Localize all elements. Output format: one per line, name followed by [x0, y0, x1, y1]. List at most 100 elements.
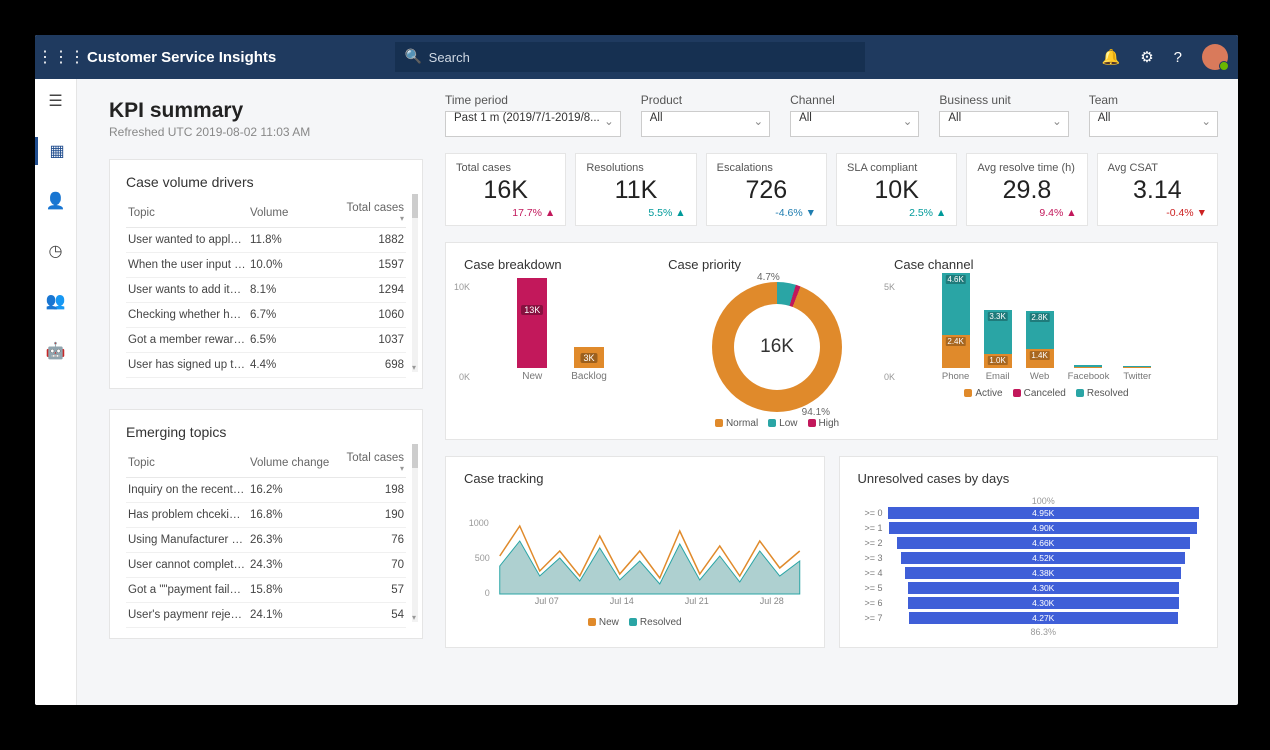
table-row[interactable]: Has problem chceking exp...16.8%190: [126, 503, 406, 528]
kpi-value: 726: [717, 176, 816, 205]
donut: 16K 4.7% 94.1%: [712, 282, 842, 412]
legend: New Resolved: [464, 617, 806, 628]
kpi-label: Avg resolve time (h): [977, 162, 1076, 174]
main: KPI summary Refreshed UTC 2019-08-02 11:…: [77, 79, 1238, 705]
case-breakdown-chart: Case breakdown 10K 0K 13KNew3KBacklog: [464, 257, 660, 429]
top-icons: 🔔 ⚙ ?: [1102, 44, 1228, 70]
filter-label: Time period: [445, 93, 621, 107]
table-row[interactable]: User's paymenr rejected d...24.1%54: [126, 603, 406, 628]
kpi-card[interactable]: Avg resolve time (h)29.89.4%: [966, 153, 1087, 226]
search-icon: 🔍: [405, 48, 422, 65]
filter-select[interactable]: Past 1 m (2019/7/1-2019/8...: [445, 111, 621, 137]
col-total[interactable]: Total cases▾: [338, 198, 406, 228]
filter-select[interactable]: All: [790, 111, 919, 137]
funnel-top-scale: 100%: [888, 496, 1200, 506]
kpi-label: Resolutions: [586, 162, 685, 174]
nav-dashboard-icon[interactable]: ▦: [35, 137, 76, 165]
table-row[interactable]: User wants to add items t...8.1%1294: [126, 278, 406, 303]
scrollbar[interactable]: ▾: [412, 194, 418, 372]
filter-select[interactable]: All: [939, 111, 1068, 137]
filter-select[interactable]: All: [641, 111, 770, 137]
kpi-delta: 2.5%: [847, 207, 946, 219]
svg-text:Jul 28: Jul 28: [760, 596, 784, 606]
funnel-row: >= 54.30K: [858, 581, 1200, 595]
nav-gauge-icon[interactable]: ◷: [35, 237, 76, 265]
table-row[interactable]: Got a ""payment failed"" ...15.8%57: [126, 578, 406, 603]
col-topic[interactable]: Topic: [126, 198, 248, 228]
funnel-row: >= 24.66K: [858, 536, 1200, 550]
funnel-row: >= 44.38K: [858, 566, 1200, 580]
kpi-card[interactable]: Resolutions11K5.5%: [575, 153, 696, 226]
filter-business-unit: Business unit All: [939, 93, 1068, 137]
nav-bot-icon[interactable]: 🤖: [35, 337, 76, 365]
table-row[interactable]: When the user input the c...10.0%1597: [126, 253, 406, 278]
kpi-delta: 9.4%: [977, 207, 1076, 219]
filters-row: Time period Past 1 m (2019/7/1-2019/8...…: [445, 79, 1218, 147]
table-row[interactable]: User has signed up the ne...4.4%698: [126, 353, 406, 378]
avatar[interactable]: [1202, 44, 1228, 70]
chart-title: Case priority: [668, 257, 886, 272]
svg-text:Jul 14: Jul 14: [610, 596, 634, 606]
funnel: >= 04.95K>= 14.90K>= 24.66K>= 34.52K>= 4…: [858, 506, 1200, 625]
search-wrap: 🔍: [395, 42, 865, 72]
filter-select[interactable]: All: [1089, 111, 1218, 137]
table-row[interactable]: User cannot complete a p...24.3%70: [126, 553, 406, 578]
kpi-label: Escalations: [717, 162, 816, 174]
nav-people-icon[interactable]: 👥: [35, 287, 76, 315]
donut-center: 16K: [734, 304, 820, 390]
unresolved-cases-chart: Unresolved cases by days 100% >= 04.95K>…: [839, 456, 1219, 648]
notifications-icon[interactable]: 🔔: [1102, 48, 1121, 66]
emerging-table: Topic Volume change Total cases▾ Inquiry…: [126, 448, 406, 628]
kpi-delta: 17.7%: [456, 207, 555, 219]
funnel-row: >= 74.27K: [858, 611, 1200, 625]
filter-label: Channel: [790, 93, 919, 107]
help-icon[interactable]: ?: [1174, 49, 1182, 66]
nav-person-icon[interactable]: 👤: [35, 187, 76, 215]
left-column: KPI summary Refreshed UTC 2019-08-02 11:…: [77, 79, 435, 705]
col-volume-change[interactable]: Volume change: [248, 448, 338, 478]
line-chart-svg: 1000 500 0 Jul 07 Jul 14 Jul 21 Jul 28: [464, 496, 806, 606]
y-axis: 5K 0K: [884, 282, 895, 382]
col-topic[interactable]: Topic: [126, 448, 248, 478]
emerging-topics-card: ▾ Emerging topics Topic Volume change To…: [109, 409, 423, 639]
emerging-title: Emerging topics: [126, 424, 406, 440]
filter-channel: Channel All: [790, 93, 919, 137]
legend: Active Canceled Resolved: [894, 388, 1199, 399]
filter-label: Team: [1089, 93, 1218, 107]
kpi-label: Avg CSAT: [1108, 162, 1207, 174]
topbar: ⋮⋮⋮ Customer Service Insights 🔍 🔔 ⚙ ?: [35, 35, 1238, 79]
search-input[interactable]: [395, 42, 865, 72]
kpi-card[interactable]: Total cases16K17.7%: [445, 153, 566, 226]
funnel-bottom-scale: 86.3%: [888, 627, 1200, 637]
app-launcher-icon[interactable]: ⋮⋮⋮: [45, 47, 77, 67]
filter-team: Team All: [1089, 93, 1218, 137]
kpi-card[interactable]: SLA compliant10K2.5%: [836, 153, 957, 226]
table-row[interactable]: Using Manufacturer coup...26.3%76: [126, 528, 406, 553]
svg-text:Jul 21: Jul 21: [685, 596, 709, 606]
drivers-title: Case volume drivers: [126, 174, 406, 190]
case-volume-drivers-card: ▾ Case volume drivers Topic Volume Total…: [109, 159, 423, 389]
scrollbar[interactable]: ▾: [412, 444, 418, 622]
table-row[interactable]: User wanted to apply pro...11.8%1882: [126, 228, 406, 253]
kpi-label: SLA compliant: [847, 162, 946, 174]
col-volume[interactable]: Volume: [248, 198, 338, 228]
svg-text:500: 500: [475, 553, 490, 563]
table-row[interactable]: Inquiry on the recent deal...16.2%198: [126, 478, 406, 503]
svg-text:0: 0: [485, 588, 490, 598]
refreshed-text: Refreshed UTC 2019-08-02 11:03 AM: [109, 125, 423, 139]
breakdown-bars: 10K 0K 13KNew3KBacklog: [464, 282, 660, 382]
kpi-value: 16K: [456, 176, 555, 205]
kpi-value: 11K: [586, 176, 685, 205]
kpi-card[interactable]: Avg CSAT3.14-0.4%: [1097, 153, 1218, 226]
col-total[interactable]: Total cases▾: [338, 448, 406, 478]
nav-hamburger-icon[interactable]: ☰: [35, 87, 76, 115]
settings-icon[interactable]: ⚙: [1140, 48, 1153, 66]
kpi-card[interactable]: Escalations726-4.6%: [706, 153, 827, 226]
case-priority-chart: Case priority 16K 4.7% 94.1% Normal Low …: [668, 257, 886, 429]
chart-title: Unresolved cases by days: [858, 471, 1200, 486]
table-row[interactable]: Got a member reward, an...6.5%1037: [126, 328, 406, 353]
svg-text:1000: 1000: [469, 518, 489, 528]
chart-title: Case channel: [894, 257, 1199, 272]
kpi-value: 3.14: [1108, 176, 1207, 205]
table-row[interactable]: Checking whether he can r...6.7%1060: [126, 303, 406, 328]
